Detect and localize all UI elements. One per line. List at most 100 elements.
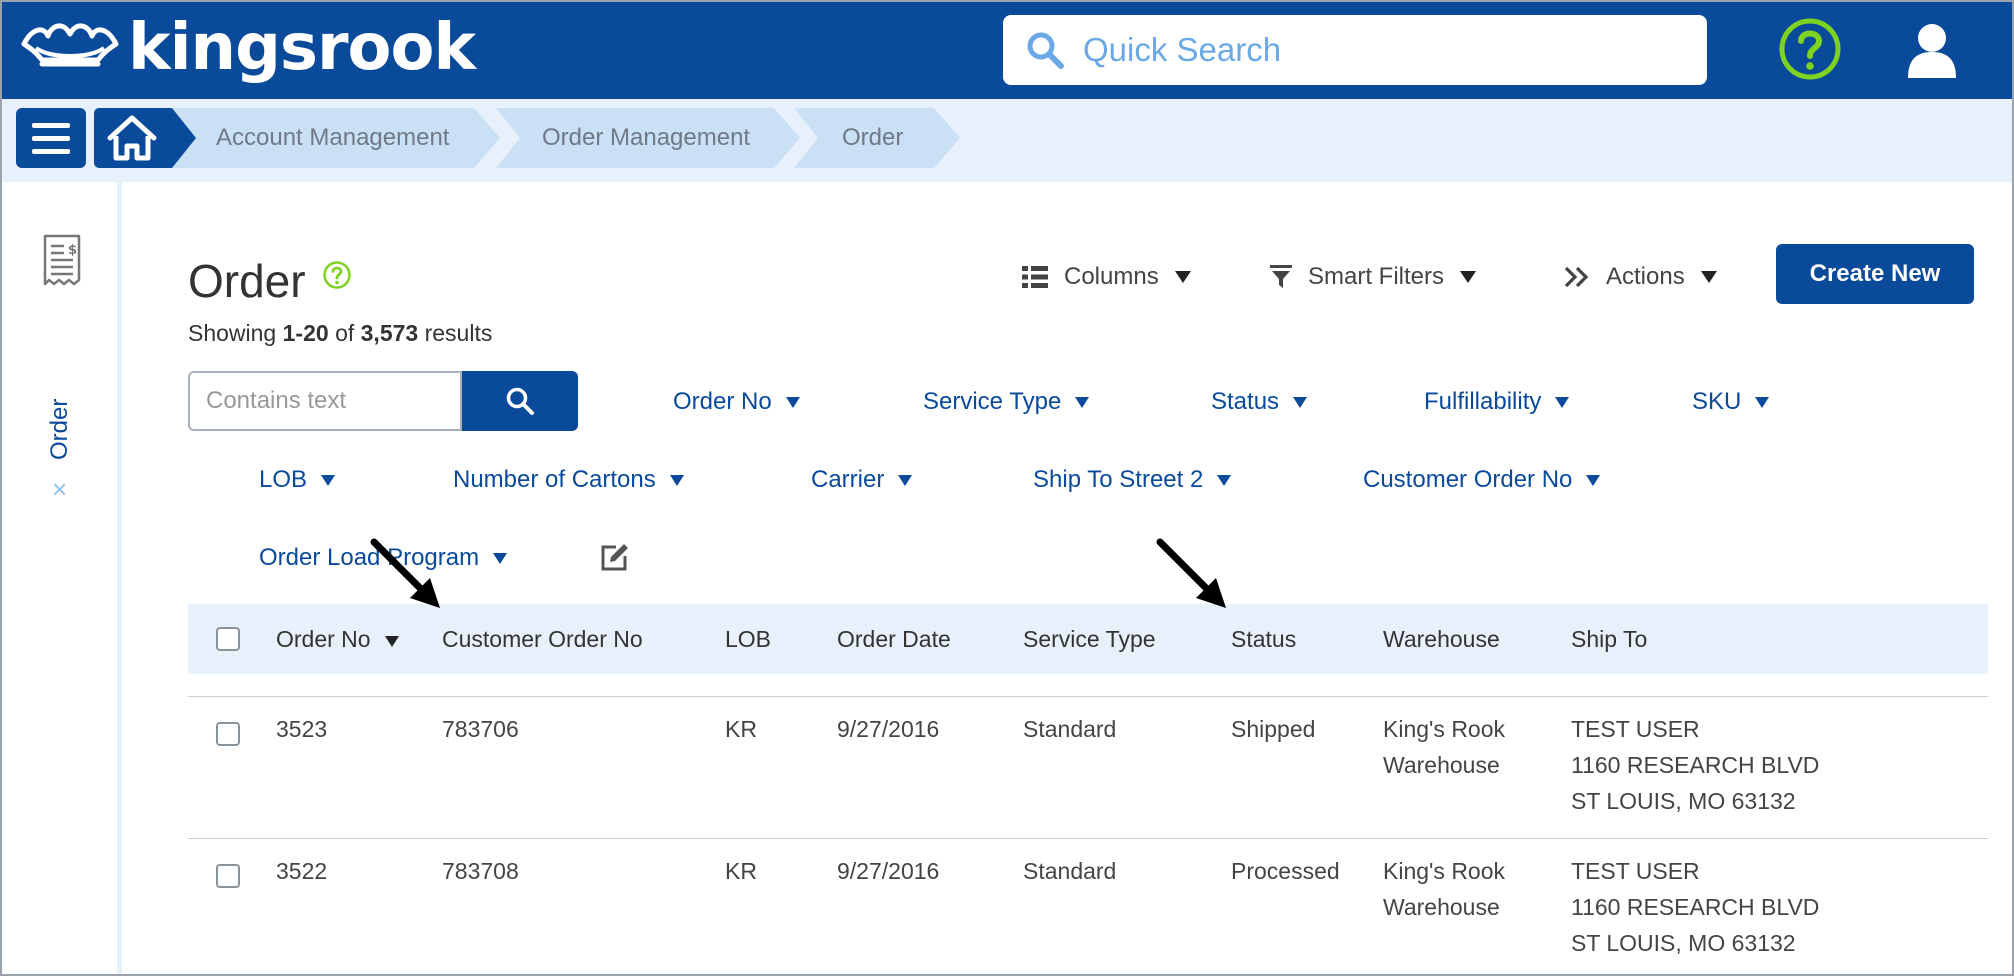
row-divider	[188, 838, 1988, 839]
contains-text-input[interactable]	[188, 371, 462, 431]
filter-order-no[interactable]: Order No	[673, 388, 800, 416]
create-new-button[interactable]: Create New	[1776, 244, 1974, 304]
cell-lob: KR	[725, 858, 757, 884]
sort-desc-icon	[384, 636, 399, 647]
cell-service-type: Standard	[1023, 858, 1117, 884]
hamburger-icon	[32, 122, 70, 128]
cell-customer-order-no: 783706	[442, 716, 519, 742]
columns-button[interactable]: Columns	[1022, 252, 1191, 302]
help-icon[interactable]	[1778, 17, 1842, 81]
cell-lob: KR	[725, 716, 757, 742]
list-icon	[1022, 266, 1048, 288]
cell-status: Processed	[1231, 858, 1340, 884]
caret-down-icon	[1555, 396, 1570, 408]
quick-search-input[interactable]	[1083, 31, 1683, 69]
cell-warehouse: King's Rook	[1383, 858, 1506, 884]
menu-button[interactable]	[16, 108, 86, 168]
breadcrumb-label: Account Management	[216, 124, 450, 151]
cell-ship-to: ST LOUIS, MO 63132	[1571, 930, 1796, 956]
side-tab-order[interactable]: Order	[46, 399, 74, 460]
cell-service-type: Standard	[1023, 716, 1117, 742]
cell-ship-to: ST LOUIS, MO 63132	[1571, 788, 1796, 814]
cell-warehouse: King's Rook	[1383, 716, 1506, 742]
cell-warehouse: Warehouse	[1383, 752, 1500, 778]
caret-down-icon	[321, 474, 336, 486]
search-icon	[506, 387, 534, 415]
caret-down-icon	[1755, 396, 1770, 408]
caret-down-icon	[785, 396, 800, 408]
select-all-checkbox[interactable]	[216, 627, 240, 651]
filter-search-button[interactable]	[462, 371, 578, 431]
filter-fulfillability[interactable]: Fulfillability	[1424, 388, 1570, 416]
column-header-lob[interactable]: LOB	[725, 604, 771, 674]
brand-logo[interactable]: kingsrook	[18, 11, 476, 85]
brand-wordmark: kingsrook	[128, 11, 476, 85]
caret-down-icon	[493, 552, 508, 564]
filter-status[interactable]: Status	[1211, 388, 1308, 416]
column-header-service-type[interactable]: Service Type	[1023, 604, 1156, 674]
actions-button[interactable]: Actions	[1564, 252, 1717, 302]
row-divider	[188, 696, 1988, 697]
column-header-ship-to[interactable]: Ship To	[1571, 604, 1647, 674]
column-header-order-date[interactable]: Order Date	[837, 604, 951, 674]
row-checkbox[interactable]	[216, 864, 240, 888]
breadcrumb-order[interactable]: Order	[794, 108, 962, 168]
cell-warehouse: Warehouse	[1383, 894, 1500, 920]
close-icon[interactable]: ×	[52, 474, 67, 505]
cell-order-no[interactable]: 3523	[276, 711, 327, 747]
app-window: kingsrook Quick Search Account Managemen…	[0, 0, 2014, 976]
cell-customer-order-no: 783708	[442, 858, 519, 884]
annotation-arrow-icon	[1156, 538, 1226, 608]
double-chevron-icon	[1564, 266, 1589, 288]
cell-ship-to: 1160 RESEARCH BLVD	[1571, 752, 1820, 778]
column-header-customer-order-no[interactable]: Customer Order No	[442, 604, 643, 674]
cell-order-no[interactable]: 3522	[276, 853, 327, 889]
help-icon[interactable]	[322, 260, 352, 290]
cell-status: Shipped	[1231, 716, 1316, 742]
table-header: Order No Customer Order No LOB Order Dat…	[188, 604, 1988, 674]
result-count: Showing 1-20 of 3,573 results	[188, 320, 493, 346]
search-icon	[1027, 32, 1064, 69]
edit-icon[interactable]	[598, 542, 630, 574]
caret-down-icon	[1217, 474, 1232, 486]
crown-icon	[21, 23, 119, 67]
cell-ship-to: 1160 RESEARCH BLVD	[1571, 894, 1820, 920]
caret-down-icon	[1174, 271, 1191, 283]
smart-filters-button[interactable]: Smart Filters	[1270, 252, 1477, 302]
breadcrumb-label: Order Management	[542, 124, 751, 151]
caret-down-icon	[1586, 474, 1601, 486]
filter-customer-order-no[interactable]: Customer Order No	[1363, 466, 1601, 494]
side-nav: $ Order ×	[2, 182, 122, 974]
top-header: kingsrook	[2, 2, 2012, 99]
receipt-icon[interactable]: $	[42, 234, 82, 286]
annotation-arrow-icon	[370, 538, 440, 608]
cell-ship-to: TEST USER	[1571, 858, 1700, 884]
svg-text:$: $	[68, 243, 77, 258]
breadcrumb-order-management[interactable]: Order Management	[496, 108, 802, 168]
breadcrumb: Account Management Order Management Orde…	[2, 99, 2012, 182]
filter-carrier[interactable]: Carrier	[811, 466, 913, 494]
row-checkbox[interactable]	[216, 722, 240, 746]
filter-service-type[interactable]: Service Type	[923, 388, 1090, 416]
caret-down-icon	[1460, 271, 1477, 283]
filter-sku[interactable]: SKU	[1692, 388, 1770, 416]
caret-down-icon	[898, 474, 913, 486]
cell-order-date: 9/27/2016	[837, 716, 940, 742]
page-title: Order	[188, 255, 306, 307]
user-icon[interactable]	[1902, 18, 1962, 82]
filter-ship-to-street-2[interactable]: Ship To Street 2	[1033, 466, 1232, 494]
caret-down-icon	[1075, 396, 1090, 408]
breadcrumb-account-management[interactable]: Account Management	[172, 108, 502, 168]
breadcrumb-label: Order	[842, 124, 904, 151]
column-header-status[interactable]: Status	[1231, 604, 1296, 674]
filter-icon	[1270, 265, 1292, 288]
quick-search[interactable]	[1003, 15, 1707, 85]
caret-down-icon	[669, 474, 684, 486]
filter-number-of-cartons[interactable]: Number of Cartons	[453, 466, 684, 494]
column-header-warehouse[interactable]: Warehouse	[1383, 604, 1500, 674]
caret-down-icon	[1293, 396, 1308, 408]
cell-order-date: 9/27/2016	[837, 858, 940, 884]
filter-lob[interactable]: LOB	[259, 466, 336, 494]
caret-down-icon	[1700, 271, 1717, 283]
cell-ship-to: TEST USER	[1571, 716, 1700, 742]
